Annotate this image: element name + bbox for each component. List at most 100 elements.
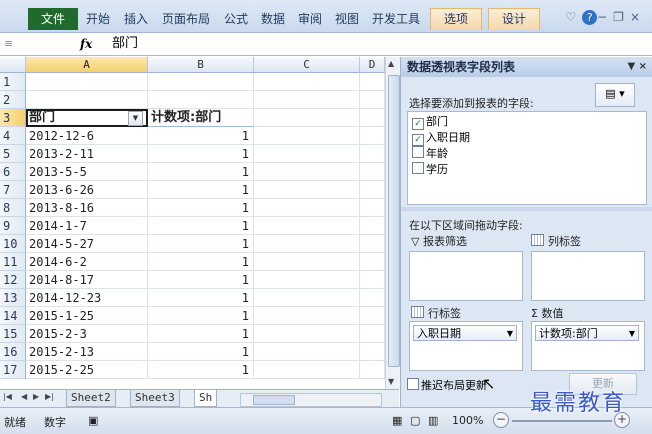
empty-cell[interactable] xyxy=(360,73,385,91)
empty-cell[interactable] xyxy=(254,235,360,253)
row-field-chip[interactable]: 入职日期 ▼ xyxy=(413,325,517,341)
sheet-tab-sheet3[interactable]: Sheet3 xyxy=(130,390,180,407)
date-cell[interactable]: 2015-1-25 xyxy=(26,307,148,325)
empty-cell[interactable] xyxy=(254,199,360,217)
date-cell[interactable]: 2013-8-16 xyxy=(26,199,148,217)
empty-cell[interactable] xyxy=(254,343,360,361)
column-header-c[interactable]: C xyxy=(254,57,360,73)
row-header[interactable]: 4 xyxy=(0,127,26,145)
tab-view[interactable]: 视图 xyxy=(335,8,359,30)
row-header[interactable]: 5 xyxy=(0,145,26,163)
panel-close-icon[interactable]: ▼ × xyxy=(627,57,647,77)
checkbox-education[interactable] xyxy=(412,162,424,174)
empty-cell[interactable] xyxy=(360,199,385,217)
sheet-tab-active[interactable]: Sh xyxy=(194,390,218,407)
pivot-row-header-cell[interactable]: 部门 ▼ xyxy=(26,109,148,127)
empty-cell[interactable] xyxy=(360,307,385,325)
chevron-down-icon[interactable]: ▼ xyxy=(629,326,635,342)
row-header[interactable]: 8 xyxy=(0,199,26,217)
checkbox-age[interactable] xyxy=(412,146,424,158)
empty-cell[interactable] xyxy=(360,163,385,181)
row-header[interactable]: 2 xyxy=(0,91,26,109)
chevron-down-icon[interactable]: ▼ xyxy=(507,326,513,342)
empty-cell[interactable] xyxy=(254,361,360,379)
row-header[interactable]: 13 xyxy=(0,289,26,307)
date-cell[interactable]: 2013-2-11 xyxy=(26,145,148,163)
tab-design[interactable]: 设计 xyxy=(488,8,540,30)
panel-splitter[interactable] xyxy=(401,207,652,211)
empty-cell[interactable] xyxy=(360,361,385,379)
select-all-corner[interactable] xyxy=(0,57,26,73)
field-item-department[interactable]: ✓ 部门 xyxy=(412,114,448,130)
empty-cell[interactable] xyxy=(254,145,360,163)
page-break-view-icon[interactable]: ▥ xyxy=(428,414,438,427)
row-header[interactable]: 14 xyxy=(0,307,26,325)
empty-cell[interactable] xyxy=(254,253,360,271)
help-icon[interactable]: ? xyxy=(582,10,598,25)
empty-cell[interactable] xyxy=(360,271,385,289)
empty-cell[interactable] xyxy=(254,325,360,343)
row-header[interactable]: 7 xyxy=(0,181,26,199)
empty-cell[interactable] xyxy=(360,181,385,199)
count-cell[interactable]: 1 xyxy=(148,235,254,253)
row-header[interactable]: 6 xyxy=(0,163,26,181)
count-cell[interactable]: 1 xyxy=(148,271,254,289)
file-tab[interactable]: 文件 xyxy=(28,8,78,30)
checkbox-department[interactable]: ✓ xyxy=(412,118,424,130)
tab-developer[interactable]: 开发工具 xyxy=(372,8,420,30)
layout-options-button[interactable]: ▤ ▾ xyxy=(595,83,635,107)
count-cell[interactable]: 1 xyxy=(148,127,254,145)
date-cell[interactable]: 2015-2-3 xyxy=(26,325,148,343)
empty-cell[interactable] xyxy=(26,91,148,109)
date-cell[interactable]: 2014-6-2 xyxy=(26,253,148,271)
empty-cell[interactable] xyxy=(360,343,385,361)
sheet-tab-sheet2[interactable]: Sheet2 xyxy=(66,390,116,407)
row-header[interactable]: 1 xyxy=(0,73,26,91)
empty-cell[interactable] xyxy=(254,109,360,127)
row-header[interactable]: 10 xyxy=(0,235,26,253)
report-filter-zone[interactable] xyxy=(409,251,523,301)
empty-cell[interactable] xyxy=(254,127,360,145)
empty-cell[interactable] xyxy=(148,91,254,109)
macro-record-icon[interactable]: ▣ xyxy=(88,414,98,427)
row-header[interactable]: 16 xyxy=(0,343,26,361)
empty-cell[interactable] xyxy=(254,289,360,307)
close-icon[interactable]: × xyxy=(630,10,646,24)
empty-cell[interactable] xyxy=(254,307,360,325)
normal-view-icon[interactable]: ▦ xyxy=(392,414,402,427)
date-cell[interactable]: 2015-2-25 xyxy=(26,361,148,379)
defer-checkbox[interactable] xyxy=(407,378,419,390)
pivot-value-header-cell[interactable]: 计数项:部门 xyxy=(148,109,254,127)
empty-cell[interactable] xyxy=(148,73,254,91)
field-item-education[interactable]: 学历 xyxy=(412,162,448,177)
column-header-a[interactable]: A xyxy=(26,57,148,73)
empty-cell[interactable] xyxy=(254,163,360,181)
empty-cell[interactable] xyxy=(360,145,385,163)
row-header[interactable]: 3 xyxy=(0,109,26,127)
date-cell[interactable]: 2013-6-26 xyxy=(26,181,148,199)
count-cell[interactable]: 1 xyxy=(148,325,254,343)
date-cell[interactable]: 2014-8-17 xyxy=(26,271,148,289)
column-header-d[interactable]: D xyxy=(360,57,385,73)
scroll-down-icon[interactable]: ▼ xyxy=(388,377,394,386)
formula-input[interactable]: 部门 xyxy=(112,33,138,55)
row-header[interactable]: 15 xyxy=(0,325,26,343)
tab-page-layout[interactable]: 页面布局 xyxy=(162,8,210,30)
empty-cell[interactable] xyxy=(360,109,385,127)
empty-cell[interactable] xyxy=(254,271,360,289)
date-cell[interactable]: 2015-2-13 xyxy=(26,343,148,361)
defer-layout-update[interactable]: 推迟布局更新 xyxy=(407,377,487,393)
first-sheet-icon[interactable]: |◀ xyxy=(3,392,12,401)
fx-icon[interactable]: fx xyxy=(80,33,92,55)
zoom-level[interactable]: 100% xyxy=(452,414,483,427)
count-cell[interactable]: 1 xyxy=(148,289,254,307)
count-cell[interactable]: 1 xyxy=(148,217,254,235)
minimize-icon[interactable]: − xyxy=(597,10,613,24)
empty-cell[interactable] xyxy=(26,73,148,91)
empty-cell[interactable] xyxy=(254,217,360,235)
row-header[interactable]: 17 xyxy=(0,361,26,379)
count-cell[interactable]: 1 xyxy=(148,163,254,181)
field-item-hire-date[interactable]: ✓ 入职日期 xyxy=(412,130,470,146)
count-cell[interactable]: 1 xyxy=(148,253,254,271)
column-header-b[interactable]: B xyxy=(148,57,254,73)
